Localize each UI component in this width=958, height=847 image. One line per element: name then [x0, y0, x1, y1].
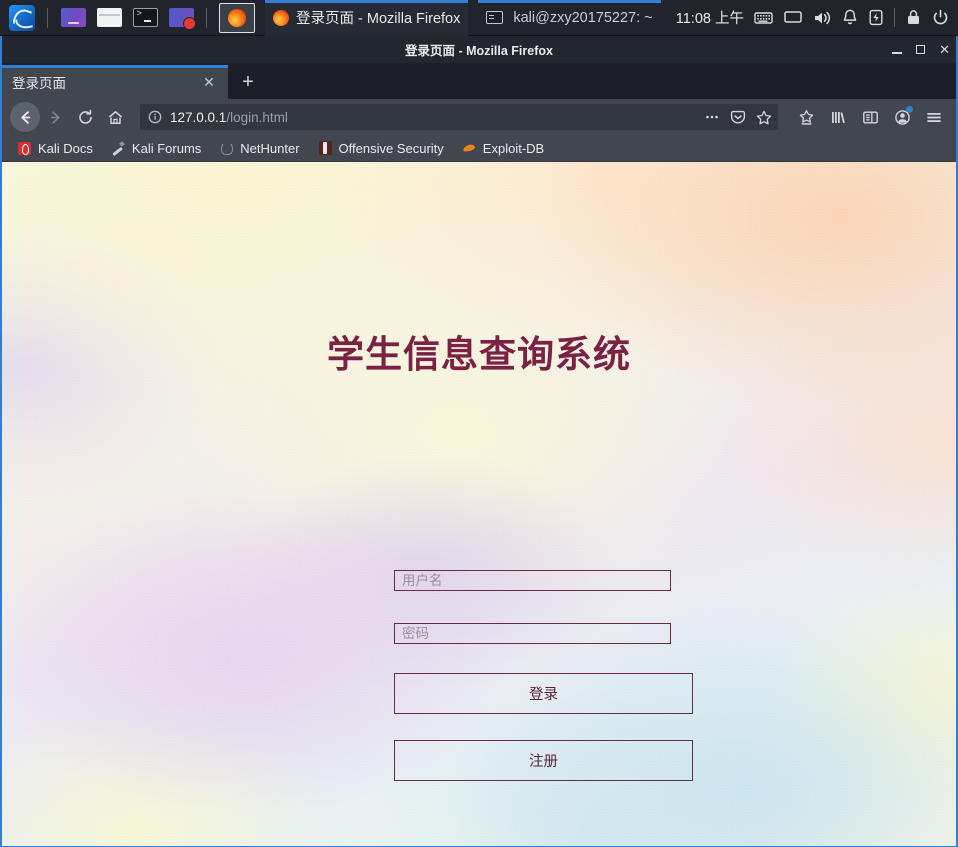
forward-button[interactable] [40, 102, 70, 132]
tab-strip: 登录页面 ✕ + [2, 63, 956, 99]
bookmark-exploit-db[interactable]: Exploit-DB [455, 139, 551, 158]
register-button[interactable]: 注册 [394, 740, 693, 781]
kali-dragon-icon [9, 4, 35, 31]
downloads-icon[interactable] [792, 103, 820, 131]
home-icon [108, 110, 122, 124]
window-titlebar: 登录页面 - Mozilla Firefox ✕ [2, 36, 956, 63]
account-notification-dot [906, 106, 913, 113]
new-tab-button[interactable]: + [228, 65, 268, 99]
back-arrow-icon [20, 110, 30, 124]
url-host: 127.0.0.1 [170, 109, 227, 125]
exploit-db-icon [462, 141, 477, 156]
taskbar-clock[interactable]: 11:08 上午 [676, 7, 744, 28]
sidebar-icon[interactable] [856, 103, 884, 131]
bookmark-kali-docs[interactable]: Kali Docs [10, 139, 100, 158]
desktop-taskbar: 登录页面 - Mozilla Firefox kali@zxy20175227:… [0, 0, 958, 36]
logout-icon[interactable] [932, 9, 949, 26]
tab-label: 登录页面 [12, 76, 66, 91]
tab-login-page[interactable]: 登录页面 ✕ [2, 65, 228, 99]
bookmark-label: Exploit-DB [482, 140, 545, 156]
battery-icon[interactable] [869, 9, 883, 26]
taskbar-window-firefox[interactable]: 登录页面 - Mozilla Firefox [265, 0, 469, 36]
bookmark-offensive-security[interactable]: Offensive Security [311, 139, 451, 158]
url-bar[interactable]: 127.0.0.1/login.html [140, 104, 778, 130]
menu-icon[interactable] [920, 103, 948, 131]
url-path: /login.html [226, 109, 288, 125]
login-button[interactable]: 登录 [394, 673, 693, 714]
taskbar-terminal-title: kali@zxy20175227: ~ [513, 9, 653, 26]
system-tray [754, 8, 949, 27]
username-input[interactable] [394, 570, 671, 591]
page-actions-icon[interactable] [704, 110, 720, 124]
window-title: 登录页面 - Mozilla Firefox [405, 44, 553, 58]
bookmark-label: Kali Docs [38, 140, 93, 156]
bookmark-kali-forums[interactable]: Kali Forums [104, 139, 208, 158]
bookmark-star-icon[interactable] [756, 110, 772, 125]
home-button[interactable] [100, 102, 130, 132]
firefox-launcher-button[interactable] [219, 2, 255, 33]
minimize-button[interactable] [892, 51, 903, 54]
kali-docs-icon [17, 141, 32, 156]
info-circle-icon[interactable] [148, 110, 162, 124]
terminal-icon [486, 11, 504, 24]
kali-menu-button[interactable] [4, 3, 40, 33]
back-button[interactable] [10, 102, 40, 132]
taskbar-window-title: 登录页面 - Mozilla Firefox [296, 11, 461, 27]
close-button[interactable]: ✕ [939, 43, 950, 56]
display-icon[interactable] [784, 10, 802, 25]
lock-screen-icon[interactable] [906, 9, 921, 26]
window-controls: ✕ [892, 36, 950, 63]
bookmarks-toolbar: Kali Docs Kali Forums NetHunter Offensiv… [2, 135, 956, 162]
url-text[interactable]: 127.0.0.1/login.html [170, 110, 698, 125]
folder-icon [96, 8, 122, 27]
reload-button[interactable] [70, 102, 100, 132]
terminal-icon [132, 8, 158, 27]
forward-arrow-icon [50, 110, 60, 124]
save-to-pocket-icon[interactable] [730, 110, 746, 125]
reload-icon [78, 109, 92, 124]
bookmark-nethunter[interactable]: NetHunter [212, 139, 306, 158]
firefox-icon [273, 9, 289, 26]
keyboard-layout-icon[interactable] [754, 10, 773, 25]
volume-icon[interactable] [813, 10, 831, 26]
tray-divider [894, 8, 895, 27]
offensive-security-icon [318, 141, 333, 156]
page-title: 学生信息查询系统 [327, 334, 631, 375]
password-input[interactable] [394, 623, 671, 644]
taskbar-divider-2 [206, 7, 207, 28]
notification-bell-icon[interactable] [842, 9, 858, 26]
screen-recorder-button[interactable] [166, 5, 196, 31]
bookmark-label: NetHunter [240, 140, 300, 156]
navigation-toolbar: 127.0.0.1/login.html [2, 99, 956, 135]
kali-forums-icon [111, 141, 126, 156]
firefox-window: 登录页面 - Mozilla Firefox ✕ 登录页面 ✕ + 127.0.… [0, 36, 958, 847]
apps-icon [60, 8, 86, 27]
library-icon[interactable] [824, 103, 852, 131]
screen-record-icon [168, 8, 196, 30]
taskbar-divider [47, 7, 48, 28]
toolbar-right-icons [786, 103, 948, 131]
tab-close-icon[interactable]: ✕ [200, 74, 218, 91]
file-manager-button[interactable] [94, 5, 124, 31]
page-viewport: 学生信息查询系统 登录 注册 [2, 162, 956, 846]
account-icon[interactable] [888, 103, 916, 131]
url-actions [698, 110, 772, 125]
taskbar-window-terminal[interactable]: kali@zxy20175227: ~ [478, 0, 661, 36]
bookmark-label: Offensive Security [338, 140, 444, 156]
bookmark-label: Kali Forums [131, 140, 202, 156]
login-form: 学生信息查询系统 登录 注册 [2, 162, 956, 846]
maximize-button[interactable] [916, 45, 926, 54]
nethunter-icon [219, 141, 234, 156]
terminal-button[interactable] [130, 5, 160, 31]
firefox-icon [228, 8, 246, 27]
app-launcher-button[interactable] [58, 5, 88, 31]
